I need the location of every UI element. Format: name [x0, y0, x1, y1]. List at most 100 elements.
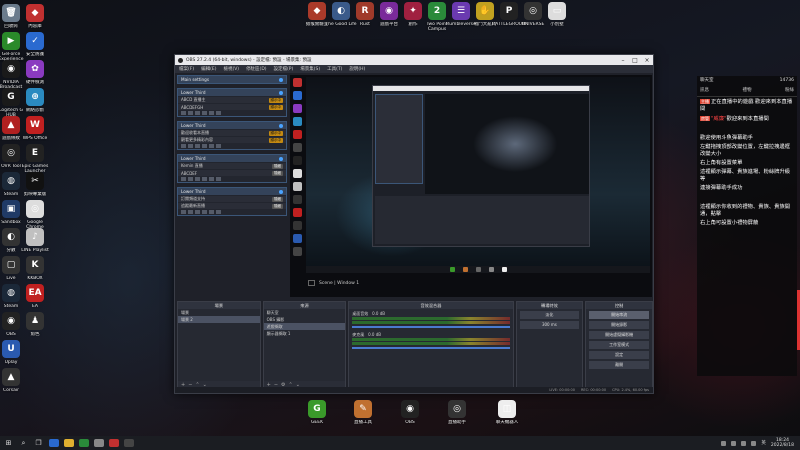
tab-gifts[interactable]: 禮物: [743, 87, 752, 94]
desktop-icon[interactable]: ◆ 內容庫: [18, 4, 52, 29]
scene-item[interactable]: 場景: [178, 309, 260, 316]
app-icon[interactable]: [292, 143, 302, 152]
menu-item[interactable]: 編輯(E): [201, 66, 216, 72]
desktop-icon[interactable]: ◎Google Chrome: [18, 200, 52, 230]
start-streaming-button[interactable]: 開始串流: [589, 311, 649, 319]
tool-icon[interactable]: [188, 111, 193, 115]
panel-row[interactable]: ABCDEFGH 顯示中: [178, 103, 286, 110]
app-icon[interactable]: [79, 439, 89, 447]
obs-preview-area[interactable]: Scene | Window 1: [290, 75, 652, 297]
panel-header[interactable]: Lower Third: [178, 155, 286, 162]
panel-row[interactable]: 歡迎收看本直播 顯示中: [178, 129, 286, 136]
app-icon[interactable]: [94, 439, 104, 447]
panel-row[interactable]: Kemin 直播 隱藏: [178, 162, 286, 169]
visibility-icon[interactable]: [279, 77, 283, 82]
transition-select[interactable]: 淡化: [519, 311, 580, 319]
desktop-icon[interactable]: ♟ 角色: [18, 312, 52, 337]
visibility-icon[interactable]: [279, 156, 283, 161]
app-icon[interactable]: [292, 247, 302, 256]
desktop-icon[interactable]: EEpic Games Launcher: [18, 144, 52, 174]
desktop-icon[interactable]: ◉ OBS: [393, 400, 427, 425]
app-icon[interactable]: [292, 104, 302, 113]
status-badge[interactable]: 隱藏: [272, 196, 283, 202]
tool-icon[interactable]: [202, 111, 207, 115]
volume-slider[interactable]: [352, 326, 510, 328]
virtual-camera-button[interactable]: 開始虛擬攝影機: [589, 331, 649, 339]
panel-header[interactable]: Main settings: [178, 76, 286, 83]
visibility-icon[interactable]: [279, 123, 283, 128]
clock[interactable]: 18:24 2022/8/18: [771, 438, 794, 448]
tool-icon[interactable]: [216, 210, 221, 214]
obs-titlebar[interactable]: OBS 27.2.4 (64-bit, windows) - 設定檔: 預設 -…: [175, 55, 653, 65]
app-icon[interactable]: [292, 130, 302, 139]
panel-header[interactable]: Lower Third: [178, 188, 286, 195]
visibility-icon[interactable]: [279, 189, 283, 194]
tool-icon[interactable]: [181, 177, 186, 181]
desktop-icon[interactable]: ⊕ 網絡診斷: [18, 88, 52, 113]
menu-item[interactable]: 檢視(V): [223, 66, 239, 72]
tool-icon[interactable]: [181, 210, 186, 214]
app-icon[interactable]: [292, 169, 302, 178]
status-badge[interactable]: 顯示中: [268, 130, 283, 136]
tool-icon[interactable]: [188, 210, 193, 214]
source-item[interactable]: 顯示器擷取 1: [264, 330, 346, 337]
desktop-icon[interactable]: G GEEK: [300, 400, 334, 425]
tool-icon[interactable]: [209, 144, 214, 148]
tray-icon[interactable]: [721, 440, 727, 446]
search-icon[interactable]: ⌕: [19, 439, 28, 448]
menu-item[interactable]: 設定檔(P): [274, 66, 294, 72]
app-icon[interactable]: [292, 208, 302, 217]
source-item[interactable]: 聊天室: [264, 309, 346, 316]
checkbox[interactable]: [308, 280, 315, 286]
maximize-icon[interactable]: □: [629, 57, 641, 64]
tool-icon[interactable]: [216, 177, 221, 181]
panel-row[interactable]: 訂閱頻道支持 隱藏: [178, 195, 286, 202]
desktop-icon[interactable]: ✂ 剪映專業版: [18, 172, 52, 197]
user-nick[interactable]: "威廉": [711, 116, 726, 122]
status-badge[interactable]: 顯示中: [268, 137, 283, 143]
tool-icon[interactable]: [188, 177, 193, 181]
app-icon[interactable]: [292, 182, 302, 191]
desktop-icon[interactable]: K KKBOX: [18, 256, 52, 281]
desktop-icon[interactable]: ◫ 聊天機器人: [490, 400, 524, 425]
source-item[interactable]: 遊戲擷取: [263, 323, 346, 330]
desktop-icon[interactable]: EA EA: [18, 284, 52, 309]
preview-canvas[interactable]: [306, 77, 650, 273]
desktop-icon[interactable]: ◎ 直播助手: [440, 400, 474, 425]
tool-icon[interactable]: [195, 111, 200, 115]
tool-icon[interactable]: [202, 144, 207, 148]
status-badge[interactable]: 顯示中: [268, 97, 283, 103]
menu-item[interactable]: 工具(T): [327, 66, 342, 72]
desktop-icon[interactable]: ✎ 直播工具: [346, 400, 380, 425]
status-badge[interactable]: 顯示中: [268, 104, 283, 110]
tool-icon[interactable]: [209, 111, 214, 115]
task-view-icon[interactable]: ❐: [34, 439, 43, 448]
input-language[interactable]: 英: [761, 440, 766, 446]
app-icon[interactable]: [292, 221, 302, 230]
studio-mode-button[interactable]: 工作室模式: [589, 341, 649, 349]
volume-icon[interactable]: [751, 440, 757, 446]
app-icon[interactable]: [109, 439, 119, 447]
tab-messages[interactable]: 訊息: [700, 87, 709, 94]
menu-item[interactable]: 檔案(F): [179, 66, 194, 72]
obs-taskbar-icon[interactable]: [124, 439, 134, 447]
tool-icon[interactable]: [181, 111, 186, 115]
app-icon[interactable]: [292, 91, 302, 100]
status-badge[interactable]: 隱藏: [272, 163, 283, 169]
app-icon[interactable]: [292, 156, 302, 165]
tool-icon[interactable]: [216, 144, 221, 148]
desktop-icon[interactable]: W WPS Office: [18, 116, 52, 141]
duration-field[interactable]: 300 ms: [519, 321, 580, 329]
panel-header[interactable]: Lower Third: [178, 122, 286, 129]
desktop-icon[interactable]: ✿ 硬件檢測: [18, 60, 52, 85]
status-badge[interactable]: 隱藏: [272, 203, 283, 209]
tool-icon[interactable]: [195, 177, 200, 181]
scene-item[interactable]: 場景 2: [178, 316, 260, 323]
tool-icon[interactable]: [202, 177, 207, 181]
tool-icon[interactable]: [195, 144, 200, 148]
status-badge[interactable]: 隱藏: [272, 170, 283, 176]
tool-icon[interactable]: [195, 210, 200, 214]
start-icon[interactable]: ⊞: [4, 439, 13, 448]
app-icon[interactable]: [292, 78, 302, 87]
tray-icon[interactable]: [731, 440, 737, 446]
